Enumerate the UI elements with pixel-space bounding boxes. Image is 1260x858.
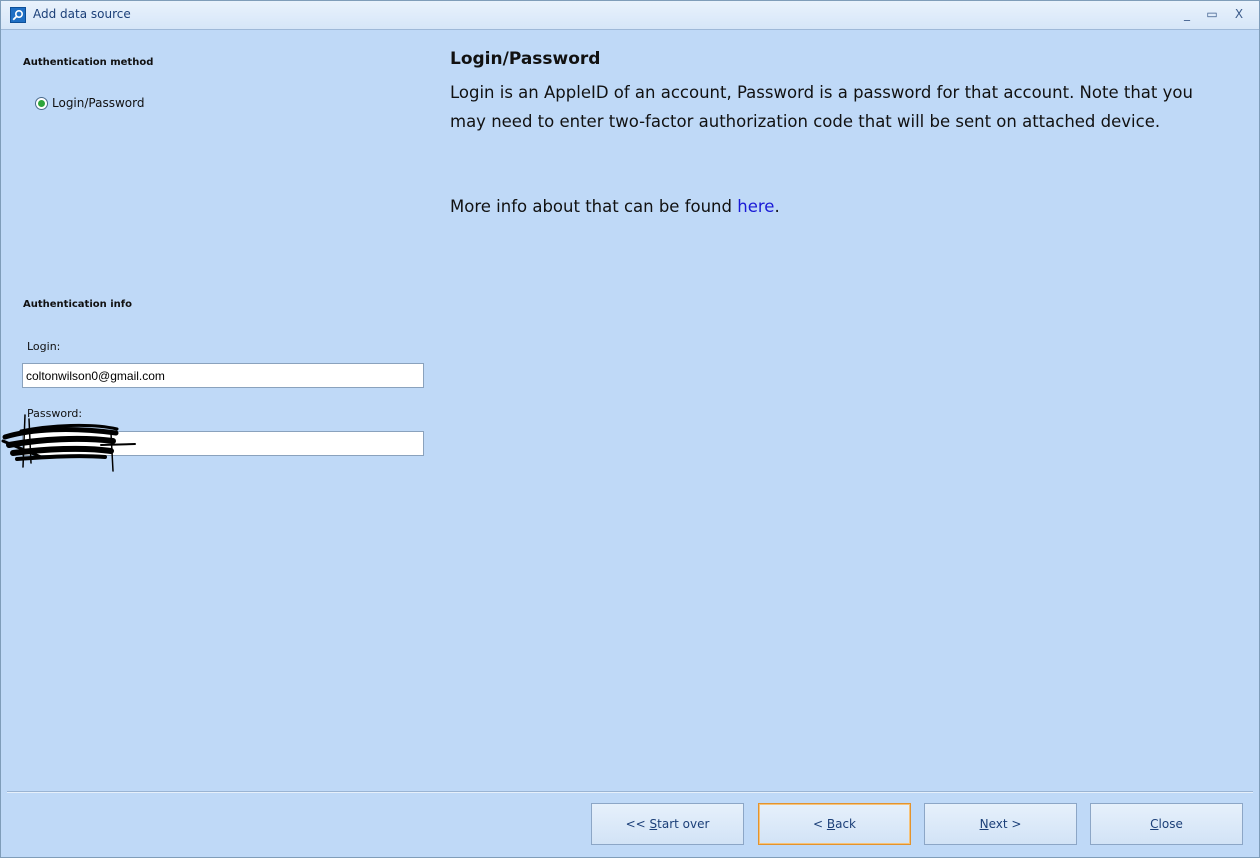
info-more-line: More info about that can be found here. xyxy=(450,197,780,216)
next-button[interactable]: Next > xyxy=(924,803,1077,845)
back-button[interactable]: < Back xyxy=(758,803,911,845)
footer-separator xyxy=(7,791,1253,793)
title-bar: Add data source _ ▭ X xyxy=(1,1,1259,30)
close-rest: lose xyxy=(1158,817,1183,831)
start-over-rest: tart over xyxy=(657,817,710,831)
password-label: Password: xyxy=(27,407,83,420)
login-password-radio-label: Login/Password xyxy=(52,96,145,110)
start-over-prefix: << xyxy=(625,817,650,831)
back-rest: ack xyxy=(835,817,856,831)
authentication-info-heading: Authentication info xyxy=(23,299,132,310)
radio-selected-dot xyxy=(38,99,45,107)
close-accel: C xyxy=(1150,817,1159,831)
login-password-radio[interactable]: Login/Password xyxy=(35,96,144,110)
start-over-button[interactable]: << Start over xyxy=(591,803,744,845)
authentication-method-heading: Authentication method xyxy=(23,57,154,68)
password-field[interactable] xyxy=(22,431,424,456)
info-title: Login/Password xyxy=(450,49,601,69)
info-description: Login is an AppleID of an account, Passw… xyxy=(450,83,1193,131)
login-label: Login: xyxy=(27,340,61,353)
info-more-text: More info about that can be found xyxy=(450,197,738,216)
close-window-button[interactable]: X xyxy=(1229,5,1249,23)
radio-button-icon[interactable] xyxy=(35,96,48,110)
next-accel: N xyxy=(979,817,989,831)
minimize-button[interactable]: _ xyxy=(1177,5,1197,23)
login-field[interactable] xyxy=(22,363,424,388)
window-title: Add data source xyxy=(33,7,131,21)
here-link[interactable]: here xyxy=(737,197,774,216)
add-data-source-window: Add data source _ ▭ X Authentication met… xyxy=(0,0,1260,858)
close-button[interactable]: Close xyxy=(1090,803,1243,845)
app-search-icon xyxy=(10,7,26,23)
next-rest: ext > xyxy=(988,817,1022,831)
info-more-suffix: . xyxy=(774,197,780,216)
maximize-button[interactable]: ▭ xyxy=(1202,5,1222,23)
back-accel: B xyxy=(826,817,836,831)
start-over-accel: S xyxy=(649,817,658,831)
back-prefix: < xyxy=(812,817,827,831)
